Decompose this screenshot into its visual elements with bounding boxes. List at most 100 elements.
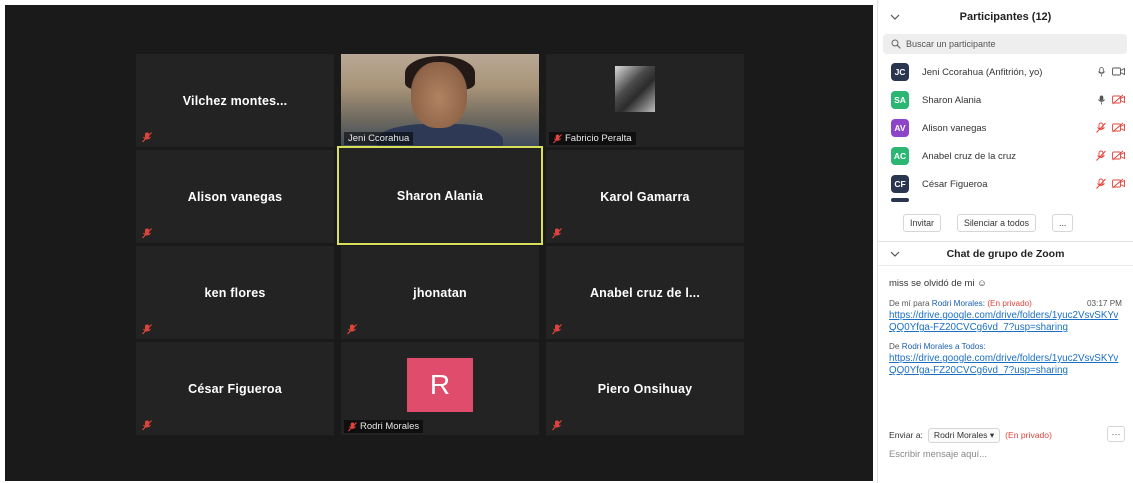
participant-name: Jeni Ccorahua (Anfitrión, yo) bbox=[922, 66, 1043, 78]
chat-link[interactable]: https://drive.google.com/drive/folders/1… bbox=[889, 310, 1122, 334]
participant-avatar: AV bbox=[891, 119, 909, 137]
mic-icon[interactable] bbox=[1097, 67, 1106, 78]
video-tile[interactable]: Karol Gamarra bbox=[546, 150, 744, 243]
private-tag: (En privado) bbox=[1005, 430, 1052, 440]
video-tile-active-speaker[interactable]: Sharon Alania bbox=[337, 146, 543, 245]
mic-muted-icon bbox=[552, 324, 562, 335]
chevron-down-icon[interactable] bbox=[890, 250, 900, 258]
participant-caption: Rodri Morales bbox=[344, 420, 424, 433]
video-tile[interactable]: Fabricio Peralta bbox=[546, 54, 744, 147]
video-gallery: Vilchez montes... Jeni Ccorahua Fabricio… bbox=[5, 5, 873, 481]
participant-name: Jeni Ccorahua bbox=[348, 133, 410, 144]
video-tile[interactable]: Vilchez montes... bbox=[136, 54, 334, 147]
participant-name: César Figueroa bbox=[188, 381, 282, 396]
sender-label: De mí para bbox=[889, 299, 930, 308]
mic-muted-icon[interactable] bbox=[1096, 150, 1106, 162]
recipient-name[interactable]: Rodri Morales: bbox=[932, 299, 985, 308]
chat-input[interactable]: Escribir mensaje aquí... bbox=[889, 448, 987, 459]
chat-messages: miss se olvidó de mi ☺ De mí para Rodri … bbox=[878, 266, 1133, 426]
participant-row[interactable]: SA Sharon Alania bbox=[878, 86, 1133, 114]
chat-message-meta: De Rodri Morales a Todos: bbox=[889, 342, 1122, 351]
recipient-value: Rodri Morales bbox=[933, 429, 988, 440]
participant-name: Fabricio Peralta bbox=[565, 133, 632, 144]
participant-name: Vilchez montes... bbox=[182, 93, 288, 108]
video-tile[interactable]: Anabel cruz de l... bbox=[546, 246, 744, 339]
chevron-down-icon[interactable] bbox=[890, 13, 900, 21]
participant-row-clipped bbox=[878, 198, 1133, 204]
video-tile[interactable]: Piero Onsihuay bbox=[546, 342, 744, 435]
participant-name: Anabel cruz de la cruz bbox=[922, 150, 1016, 162]
clipped-message-header bbox=[889, 269, 1122, 275]
invite-button[interactable]: Invitar bbox=[903, 213, 941, 232]
participant-name: Alison vanegas bbox=[187, 189, 283, 204]
mic-muted-icon bbox=[142, 420, 152, 431]
send-to-label: Enviar a: bbox=[889, 430, 923, 440]
video-tile[interactable]: ken flores bbox=[136, 246, 334, 339]
mic-muted-icon[interactable] bbox=[1096, 178, 1106, 190]
send-to-row: Enviar a: Rodri Morales ▾ (En privado) ·… bbox=[878, 424, 1133, 446]
private-tag: (En privado) bbox=[987, 299, 1032, 308]
participant-row[interactable]: AV Alison vanegas bbox=[878, 114, 1133, 142]
mic-muted-icon bbox=[348, 421, 357, 431]
participant-name: Karol Gamarra bbox=[600, 189, 690, 204]
participant-name: Sharon Alania bbox=[922, 94, 982, 106]
participant-name: Anabel cruz de l... bbox=[589, 285, 701, 300]
chat-link[interactable]: https://drive.google.com/drive/folders/1… bbox=[889, 353, 1122, 377]
video-tile[interactable]: César Figueroa bbox=[136, 342, 334, 435]
mic-muted-icon bbox=[552, 420, 562, 431]
video-camera-icon[interactable] bbox=[1112, 67, 1125, 77]
participant-row[interactable]: CF César Figueroa bbox=[878, 170, 1133, 198]
participants-title: Participantes (12) bbox=[959, 11, 1052, 23]
mic-muted-icon bbox=[553, 133, 562, 143]
profile-picture bbox=[615, 66, 655, 112]
participant-avatar: SA bbox=[891, 91, 909, 109]
participant-avatar bbox=[891, 198, 909, 202]
participant-face bbox=[411, 62, 467, 128]
participant-avatar: CF bbox=[891, 175, 909, 193]
message-time: 03:17 PM bbox=[1086, 299, 1122, 308]
video-off-icon[interactable] bbox=[1112, 122, 1125, 133]
search-icon bbox=[891, 39, 901, 49]
mic-muted-icon bbox=[142, 228, 152, 239]
participant-avatar: JC bbox=[891, 63, 909, 81]
participant-avatar: AC bbox=[891, 147, 909, 165]
participant-caption: Jeni Ccorahua bbox=[344, 132, 414, 145]
participant-name: jhonatan bbox=[413, 285, 467, 300]
participant-search[interactable]: Buscar un participante bbox=[883, 34, 1127, 54]
participant-list: JC Jeni Ccorahua (Anfitrión, yo) SA Shar… bbox=[878, 58, 1133, 204]
mic-muted-icon bbox=[142, 132, 152, 143]
video-tile[interactable]: jhonatan bbox=[341, 246, 539, 339]
sender-name[interactable]: Rodri Morales a Todos: bbox=[902, 342, 986, 351]
recipient-select[interactable]: Rodri Morales ▾ bbox=[927, 427, 1001, 443]
video-off-icon[interactable] bbox=[1112, 150, 1125, 161]
mic-muted-icon bbox=[347, 324, 357, 335]
chat-message-text: miss se olvidó de mi ☺ bbox=[889, 278, 987, 289]
mute-all-button[interactable]: Silenciar a todos bbox=[956, 213, 1037, 232]
video-tile[interactable]: R Rodri Morales bbox=[341, 342, 539, 435]
participant-row[interactable]: AC Anabel cruz de la cruz bbox=[878, 142, 1133, 170]
chat-title: Chat de grupo de Zoom bbox=[946, 247, 1065, 260]
participant-actions: Invitar Silenciar a todos ... bbox=[878, 204, 1133, 242]
initial-avatar: R bbox=[407, 358, 473, 412]
participant-caption: Fabricio Peralta bbox=[549, 132, 636, 145]
video-tile[interactable]: Alison vanegas bbox=[136, 150, 334, 243]
participants-header: Participantes (12) bbox=[878, 0, 1133, 34]
participant-name: César Figueroa bbox=[922, 178, 988, 190]
chevron-down-icon: ▾ bbox=[989, 429, 995, 440]
mic-muted-icon bbox=[142, 324, 152, 335]
more-options-button[interactable]: ... bbox=[1052, 213, 1074, 232]
participant-row[interactable]: JC Jeni Ccorahua (Anfitrión, yo) bbox=[878, 58, 1133, 86]
participant-name: Alison vanegas bbox=[922, 122, 987, 134]
search-input[interactable]: Buscar un participante bbox=[906, 39, 996, 49]
video-tile[interactable]: Jeni Ccorahua bbox=[341, 54, 539, 147]
mic-muted-icon[interactable] bbox=[1096, 122, 1106, 134]
chat-message-meta: De mí para Rodri Morales: (En privado) 0… bbox=[889, 299, 1122, 308]
chat-more-button[interactable]: ··· bbox=[1107, 426, 1125, 442]
mic-muted-icon bbox=[552, 228, 562, 239]
video-off-icon[interactable] bbox=[1112, 178, 1125, 189]
side-panel: Participantes (12) Buscar un participant… bbox=[877, 0, 1133, 483]
mic-speaking-icon[interactable] bbox=[1097, 95, 1106, 106]
participant-name: Rodri Morales bbox=[360, 421, 420, 432]
participant-name: Sharon Alania bbox=[396, 188, 484, 203]
video-off-icon[interactable] bbox=[1112, 94, 1125, 105]
